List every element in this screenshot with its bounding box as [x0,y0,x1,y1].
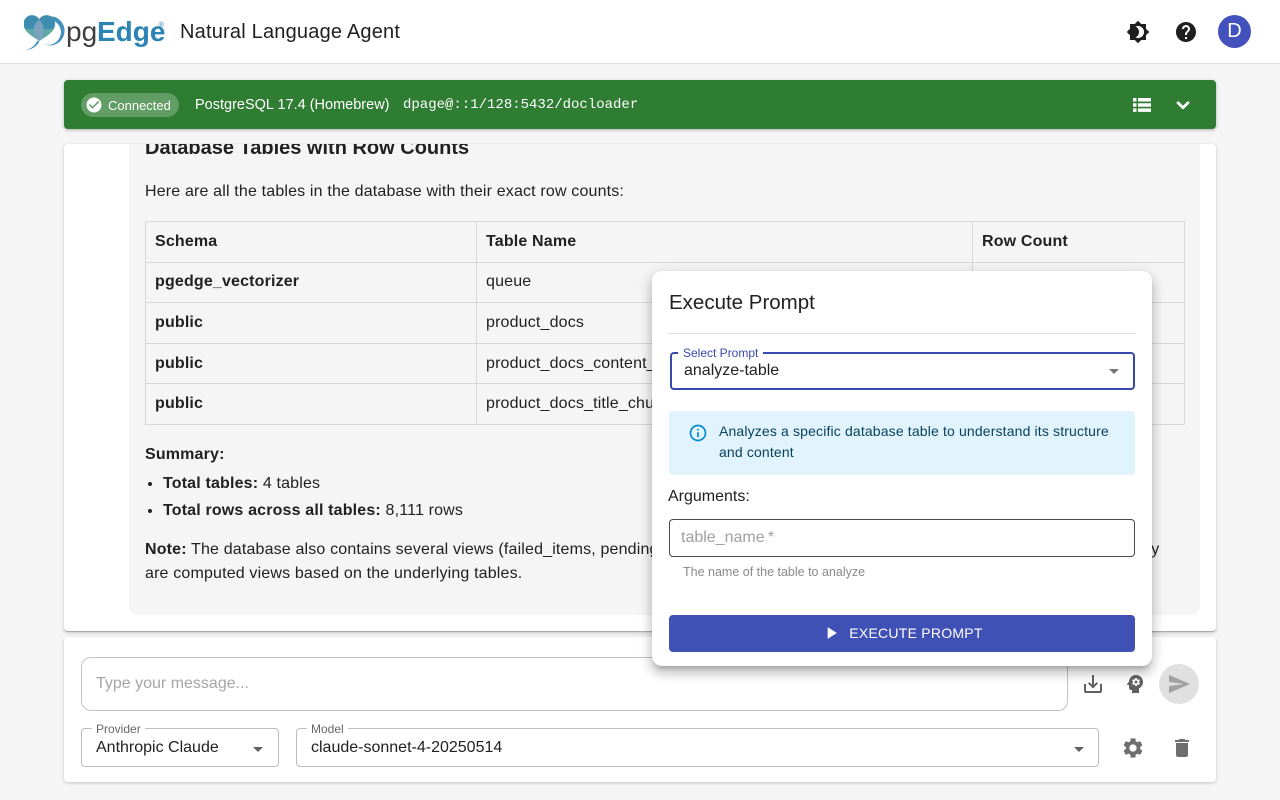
svg-text:Edge: Edge [97,16,165,47]
svg-text:®: ® [159,20,165,29]
svg-text:pg: pg [66,16,97,47]
